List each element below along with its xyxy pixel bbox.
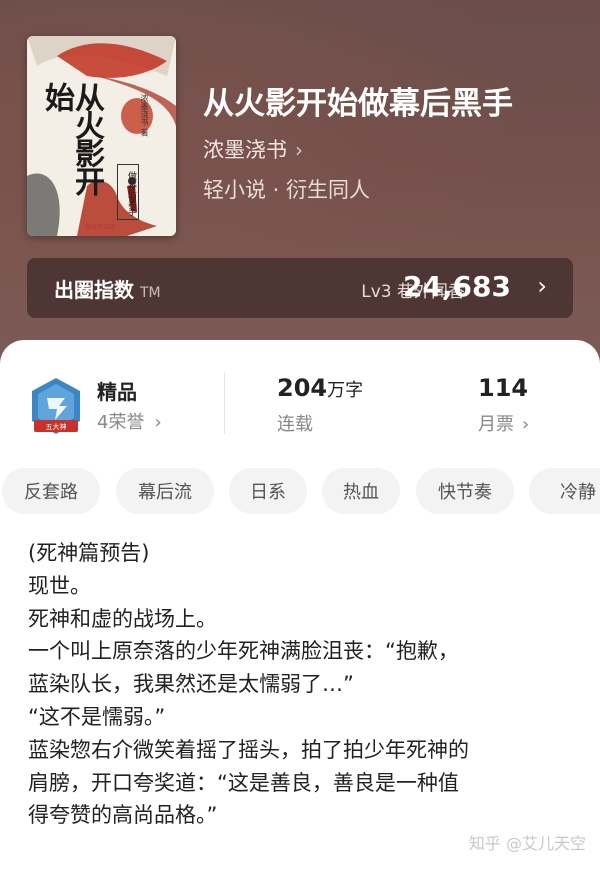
chevron-right-icon: › [522, 414, 530, 435]
divider [224, 372, 225, 434]
honors-link[interactable]: 4荣誉 › [97, 408, 162, 434]
cover-publisher-logo: 起点中文网 [85, 224, 116, 231]
index-label: 出圈指数 TM [54, 278, 161, 302]
author-name: 浓墨浇书 [203, 138, 287, 162]
synopsis: (死神篇预告) 现世。 死神和虚的战场上。 一个叫上原奈落的少年死神满脸沮丧：“… [28, 537, 573, 832]
honor-badge-icon[interactable]: 五大神 [29, 376, 83, 438]
badge-text: 五大神 [46, 422, 67, 431]
author-link[interactable]: 浓墨浇书 › [203, 134, 303, 164]
chevron-right-icon: › [537, 272, 547, 300]
tag-chip[interactable]: 热血 [322, 468, 400, 514]
synopsis-line: “这不是懦弱。” [28, 704, 166, 729]
cover-author-art: 浓墨浇书 著 [140, 94, 149, 137]
tag-chip[interactable]: 日系 [229, 468, 307, 514]
monthly-ticket-link[interactable]: 月票 › [478, 410, 529, 436]
book-genre: 轻小说 · 衍生同人 [203, 178, 371, 202]
monthly-ticket-count: 114 [478, 374, 529, 402]
tag-chip[interactable]: 冷静 [529, 468, 600, 514]
book-detail-sheet: 五大神 精品 4荣誉 › 204万字 连载 114 月票 › 反套路 幕后流 日系 … [0, 340, 600, 872]
tag-list: 反套路 幕后流 日系 热血 快节奏 冷静 [0, 468, 600, 516]
book-cover[interactable]: 从火影开始 浓墨浇书 著 做幕后黑手 起点中文网 [27, 36, 176, 236]
cover-title-art: 从火影开始 [39, 82, 104, 194]
synopsis-line: 现世。 [28, 573, 91, 598]
popularity-index-bar[interactable]: 出圈指数 TM Lv3 巷外闻香 24,683 › [27, 258, 573, 318]
synopsis-line: 一个叫上原奈落的少年死神满脸沮丧：“抱歉， [28, 639, 459, 664]
synopsis-line: (死神篇预告) [28, 541, 150, 565]
tag-chip[interactable]: 反套路 [2, 468, 100, 514]
chevron-right-icon: › [295, 138, 303, 162]
cover-subtitle-stamp: 做幕后黑手 [117, 164, 139, 220]
trademark-mark: TM [140, 285, 161, 301]
index-value: 24,683 [402, 270, 511, 303]
synopsis-line: 蓝染惣右介微笑着摇了摇头，拍了拍少年死神的 [28, 737, 469, 762]
synopsis-line: 肩膀，开口夸奖道：“这是善良，善良是一种值 [28, 770, 459, 795]
word-count: 204万字 [277, 374, 364, 402]
synopsis-line: 得夸赞的高尚品格。” [28, 803, 218, 828]
chevron-right-icon: › [154, 412, 162, 433]
book-title: 从火影开始做幕后黑手 [203, 86, 513, 122]
watermark: 知乎 @艾儿天空 [468, 834, 586, 853]
tag-chip[interactable]: 幕后流 [116, 468, 214, 514]
synopsis-line: 蓝染队长，我果然还是太懦弱了…” [28, 672, 354, 697]
synopsis-line: 死神和虚的战场上。 [28, 606, 217, 631]
serial-status: 连载 [277, 414, 313, 435]
quality-label: 精品 [97, 380, 137, 404]
tag-chip[interactable]: 快节奏 [416, 468, 514, 514]
